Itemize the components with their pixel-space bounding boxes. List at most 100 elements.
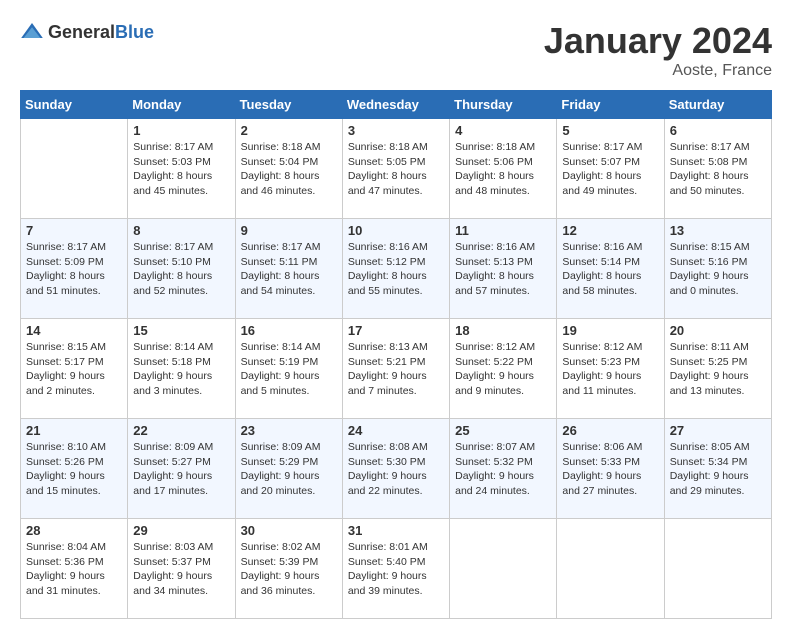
logo: General Blue — [20, 20, 154, 44]
day-number: 1 — [133, 123, 229, 138]
day-number: 26 — [562, 423, 658, 438]
day-number: 31 — [348, 523, 444, 538]
day-info: Sunrise: 8:01 AMSunset: 5:40 PMDaylight:… — [348, 540, 444, 599]
day-info: Sunrise: 8:04 AMSunset: 5:36 PMDaylight:… — [26, 540, 122, 599]
day-info: Sunrise: 8:09 AMSunset: 5:27 PMDaylight:… — [133, 440, 229, 499]
day-cell — [664, 519, 771, 619]
day-info: Sunrise: 8:05 AMSunset: 5:34 PMDaylight:… — [670, 440, 766, 499]
day-number: 6 — [670, 123, 766, 138]
day-number: 5 — [562, 123, 658, 138]
day-info: Sunrise: 8:16 AMSunset: 5:13 PMDaylight:… — [455, 240, 551, 299]
day-info: Sunrise: 8:16 AMSunset: 5:12 PMDaylight:… — [348, 240, 444, 299]
day-info: Sunrise: 8:17 AMSunset: 5:07 PMDaylight:… — [562, 140, 658, 199]
week-row-1: 1 Sunrise: 8:17 AMSunset: 5:03 PMDaylight… — [21, 119, 772, 219]
page-header: General Blue January 2024 Aoste, France — [20, 20, 772, 80]
day-cell: 13 Sunrise: 8:15 AMSunset: 5:16 PMDayligh… — [664, 219, 771, 319]
day-cell — [557, 519, 664, 619]
title-block: January 2024 Aoste, France — [544, 20, 772, 80]
day-cell: 16Sunrise: 8:14 AMSunset: 5:19 PMDayligh… — [235, 319, 342, 419]
day-info: Sunrise: 8:09 AMSunset: 5:29 PMDaylight:… — [241, 440, 337, 499]
day-number: 8 — [133, 223, 229, 238]
day-number: 22 — [133, 423, 229, 438]
day-info: Sunrise: 8:15 AMSunset: 5:16 PMDaylight:… — [670, 240, 766, 299]
day-cell: 20Sunrise: 8:11 AMSunset: 5:25 PMDayligh… — [664, 319, 771, 419]
column-header-saturday: Saturday — [664, 91, 771, 119]
day-cell — [21, 119, 128, 219]
day-number: 15 — [133, 323, 229, 338]
calendar-header-row: SundayMondayTuesdayWednesdayThursdayFrid… — [21, 91, 772, 119]
day-number: 17 — [348, 323, 444, 338]
column-header-sunday: Sunday — [21, 91, 128, 119]
day-info: Sunrise: 8:11 AMSunset: 5:25 PMDaylight:… — [670, 340, 766, 399]
day-number: 21 — [26, 423, 122, 438]
day-cell: 30Sunrise: 8:02 AMSunset: 5:39 PMDayligh… — [235, 519, 342, 619]
day-cell: 27 Sunrise: 8:05 AMSunset: 5:34 PMDayligh… — [664, 419, 771, 519]
day-info: Sunrise: 8:17 AMSunset: 5:11 PMDaylight:… — [241, 240, 337, 299]
day-number: 23 — [241, 423, 337, 438]
day-info: Sunrise: 8:17 AMSunset: 5:03 PMDaylight:… — [133, 140, 229, 199]
day-info: Sunrise: 8:17 AMSunset: 5:10 PMDaylight:… — [133, 240, 229, 299]
day-info: Sunrise: 8:14 AMSunset: 5:19 PMDaylight:… — [241, 340, 337, 399]
day-cell: 2 Sunrise: 8:18 AMSunset: 5:04 PMDaylight… — [235, 119, 342, 219]
day-cell: 22 Sunrise: 8:09 AMSunset: 5:27 PMDayligh… — [128, 419, 235, 519]
day-cell: 15 Sunrise: 8:14 AMSunset: 5:18 PMDayligh… — [128, 319, 235, 419]
day-number: 13 — [670, 223, 766, 238]
column-header-monday: Monday — [128, 91, 235, 119]
day-info: Sunrise: 8:12 AMSunset: 5:23 PMDaylight:… — [562, 340, 658, 399]
column-header-tuesday: Tuesday — [235, 91, 342, 119]
day-cell: 31 Sunrise: 8:01 AMSunset: 5:40 PMDayligh… — [342, 519, 449, 619]
day-info: Sunrise: 8:14 AMSunset: 5:18 PMDaylight:… — [133, 340, 229, 399]
day-number: 27 — [670, 423, 766, 438]
day-number: 4 — [455, 123, 551, 138]
column-header-thursday: Thursday — [450, 91, 557, 119]
day-cell: 12 Sunrise: 8:16 AMSunset: 5:14 PMDayligh… — [557, 219, 664, 319]
logo-general-text: General — [48, 23, 115, 41]
day-number: 29 — [133, 523, 229, 538]
day-number: 2 — [241, 123, 337, 138]
day-cell: 6 Sunrise: 8:17 AMSunset: 5:08 PMDaylight… — [664, 119, 771, 219]
day-number: 30 — [241, 523, 337, 538]
day-info: Sunrise: 8:12 AMSunset: 5:22 PMDaylight:… — [455, 340, 551, 399]
day-number: 3 — [348, 123, 444, 138]
day-number: 19 — [562, 323, 658, 338]
day-cell: 23 Sunrise: 8:09 AMSunset: 5:29 PMDayligh… — [235, 419, 342, 519]
day-cell: 5 Sunrise: 8:17 AMSunset: 5:07 PMDaylight… — [557, 119, 664, 219]
day-info: Sunrise: 8:17 AMSunset: 5:08 PMDaylight:… — [670, 140, 766, 199]
day-info: Sunrise: 8:03 AMSunset: 5:37 PMDaylight:… — [133, 540, 229, 599]
day-number: 11 — [455, 223, 551, 238]
day-info: Sunrise: 8:18 AMSunset: 5:04 PMDaylight:… — [241, 140, 337, 199]
day-info: Sunrise: 8:07 AMSunset: 5:32 PMDaylight:… — [455, 440, 551, 499]
day-cell: 10 Sunrise: 8:16 AMSunset: 5:12 PMDayligh… — [342, 219, 449, 319]
day-number: 28 — [26, 523, 122, 538]
logo-icon — [20, 20, 44, 44]
day-cell: 7 Sunrise: 8:17 AMSunset: 5:09 PMDaylight… — [21, 219, 128, 319]
day-number: 14 — [26, 323, 122, 338]
logo-blue-text: Blue — [115, 23, 154, 41]
day-cell: 18 Sunrise: 8:12 AMSunset: 5:22 PMDayligh… — [450, 319, 557, 419]
day-cell: 14 Sunrise: 8:15 AMSunset: 5:17 PMDayligh… — [21, 319, 128, 419]
day-info: Sunrise: 8:13 AMSunset: 5:21 PMDaylight:… — [348, 340, 444, 399]
week-row-3: 14 Sunrise: 8:15 AMSunset: 5:17 PMDayligh… — [21, 319, 772, 419]
day-number: 9 — [241, 223, 337, 238]
day-cell: 19 Sunrise: 8:12 AMSunset: 5:23 PMDayligh… — [557, 319, 664, 419]
day-info: Sunrise: 8:15 AMSunset: 5:17 PMDaylight:… — [26, 340, 122, 399]
day-info: Sunrise: 8:16 AMSunset: 5:14 PMDaylight:… — [562, 240, 658, 299]
day-number: 10 — [348, 223, 444, 238]
day-number: 7 — [26, 223, 122, 238]
day-cell: 26Sunrise: 8:06 AMSunset: 5:33 PMDayligh… — [557, 419, 664, 519]
location-title: Aoste, France — [544, 62, 772, 80]
week-row-4: 21Sunrise: 8:10 AMSunset: 5:26 PMDayligh… — [21, 419, 772, 519]
day-cell: 8 Sunrise: 8:17 AMSunset: 5:10 PMDaylight… — [128, 219, 235, 319]
day-cell: 29 Sunrise: 8:03 AMSunset: 5:37 PMDayligh… — [128, 519, 235, 619]
day-number: 25 — [455, 423, 551, 438]
day-cell: 11 Sunrise: 8:16 AMSunset: 5:13 PMDayligh… — [450, 219, 557, 319]
day-number: 12 — [562, 223, 658, 238]
column-header-wednesday: Wednesday — [342, 91, 449, 119]
column-header-friday: Friday — [557, 91, 664, 119]
day-cell: 25 Sunrise: 8:07 AMSunset: 5:32 PMDayligh… — [450, 419, 557, 519]
day-cell: 4Sunrise: 8:18 AMSunset: 5:06 PMDaylight… — [450, 119, 557, 219]
calendar-table: SundayMondayTuesdayWednesdayThursdayFrid… — [20, 90, 772, 619]
day-number: 18 — [455, 323, 551, 338]
day-cell — [450, 519, 557, 619]
day-info: Sunrise: 8:17 AMSunset: 5:09 PMDaylight:… — [26, 240, 122, 299]
